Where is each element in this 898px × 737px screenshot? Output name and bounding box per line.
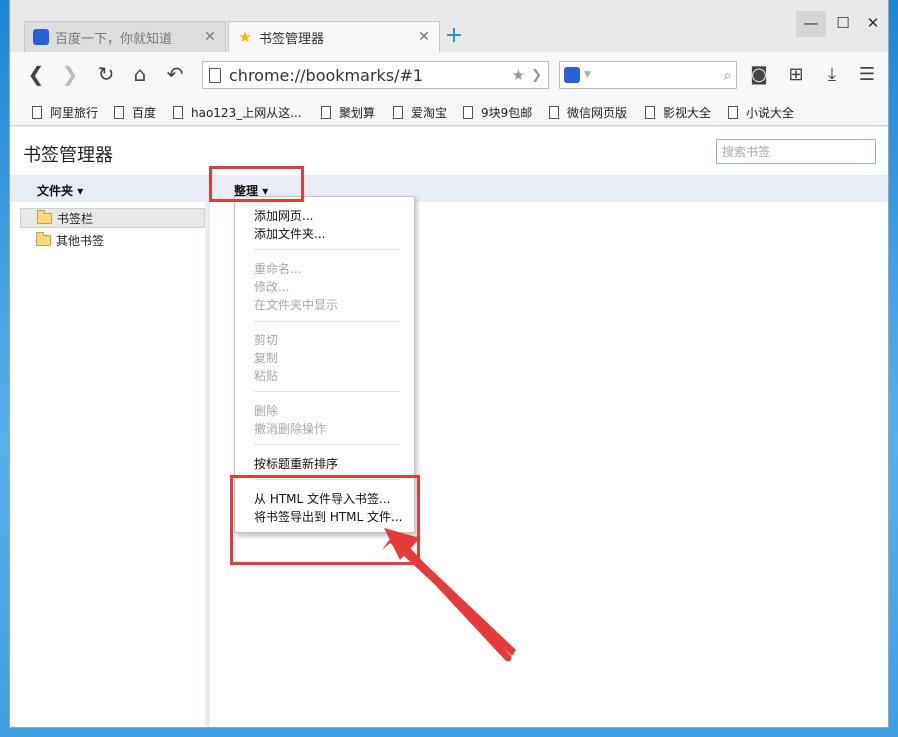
menu-separator bbox=[254, 479, 400, 480]
maximize-button[interactable]: ☐ bbox=[828, 11, 858, 37]
menu-copy[interactable]: 复制 bbox=[254, 349, 278, 366]
menu-export-html[interactable]: 将书签导出到 HTML 文件... bbox=[254, 508, 402, 525]
search-icon[interactable]: ⌕ bbox=[724, 66, 732, 84]
menu-add-folder[interactable]: 添加文件夹... bbox=[254, 225, 325, 242]
browser-window: 🐾 百度一下，你就知道 ✕ ★ 书签管理器 ✕ + — ☐ ✕ ❮ ❯ ↻ ⌂ … bbox=[0, 0, 898, 737]
camera-icon[interactable]: ◙ bbox=[746, 62, 772, 88]
folder-icon bbox=[37, 209, 52, 224]
tab-baidu[interactable]: 🐾 百度一下，你就知道 ✕ bbox=[24, 21, 226, 52]
baidu-paw-icon[interactable]: 🐾 bbox=[564, 67, 580, 83]
menu-import-html[interactable]: 从 HTML 文件导入书签... bbox=[254, 490, 390, 507]
menu-edit[interactable]: 修改... bbox=[254, 278, 289, 295]
bookmark-item[interactable]: 阿里旅行 bbox=[32, 103, 98, 121]
address-url[interactable]: chrome://bookmarks/#1 bbox=[229, 66, 512, 85]
page-icon bbox=[463, 105, 473, 119]
folder-label: 其他书签 bbox=[56, 233, 105, 248]
menu-rename[interactable]: 重命名... bbox=[254, 260, 301, 277]
organize-menu: 添加网页... 添加文件夹... 重命名... 修改... 在文件夹中显示 剪切… bbox=[234, 196, 415, 533]
star-icon: ★ bbox=[238, 28, 252, 46]
tab-bookmark-manager[interactable]: ★ 书签管理器 ✕ bbox=[228, 21, 440, 52]
minimize-button[interactable]: — bbox=[796, 11, 826, 37]
page-icon bbox=[114, 105, 124, 119]
folder-tree: 书签栏 其他书签 bbox=[10, 202, 210, 727]
page-icon bbox=[393, 105, 403, 119]
page-icon bbox=[321, 105, 331, 119]
bookmark-label: 小说大全 bbox=[746, 105, 795, 120]
page-icon bbox=[209, 67, 221, 83]
download-icon[interactable]: ⤓ bbox=[819, 62, 845, 88]
tab-bar: 🐾 百度一下，你就知道 ✕ ★ 书签管理器 ✕ + — ☐ ✕ bbox=[10, 0, 888, 52]
chevron-down-icon[interactable]: ▼ bbox=[584, 70, 724, 80]
menu-paste[interactable]: 粘贴 bbox=[254, 367, 278, 384]
menu-separator bbox=[254, 444, 400, 445]
menu-cut[interactable]: 剪切 bbox=[254, 331, 278, 348]
bookmark-item[interactable]: hao123_上网从这... bbox=[173, 103, 302, 121]
page-icon bbox=[645, 105, 655, 119]
bookmark-label: 聚划算 bbox=[339, 105, 376, 120]
page-icon bbox=[32, 105, 42, 119]
extensions-icon[interactable]: ⊞ bbox=[783, 62, 809, 88]
menu-delete[interactable]: 删除 bbox=[254, 402, 278, 419]
back-icon[interactable]: ❮ bbox=[24, 62, 48, 86]
page-icon bbox=[173, 105, 183, 119]
header-strip: 文件夹 ▾ 整理 ▾ bbox=[10, 175, 888, 202]
menu-sort-by-title[interactable]: 按标题重新排序 bbox=[254, 455, 338, 472]
tab-title: 书签管理器 bbox=[259, 31, 325, 47]
bookmark-label: 阿里旅行 bbox=[50, 105, 99, 120]
menu-separator bbox=[254, 249, 400, 250]
menu-icon[interactable]: ☰ bbox=[854, 62, 880, 88]
folder-other-bookmarks[interactable]: 其他书签 bbox=[20, 230, 205, 250]
bookmark-star-icon[interactable]: ★ bbox=[512, 66, 525, 84]
tab-title: 百度一下，你就知道 bbox=[55, 31, 173, 47]
page-icon bbox=[728, 105, 738, 119]
menu-separator bbox=[254, 391, 400, 392]
bookmark-item[interactable]: 9块9包邮 bbox=[463, 103, 532, 121]
close-tab-icon[interactable]: ✕ bbox=[203, 29, 217, 45]
folders-menu-button[interactable]: 文件夹 ▾ bbox=[37, 182, 83, 199]
bookmark-label: 影视大全 bbox=[663, 105, 712, 120]
menu-undo-delete[interactable]: 撤消删除操作 bbox=[254, 420, 326, 437]
home-icon[interactable]: ⌂ bbox=[128, 62, 152, 86]
new-tab-button[interactable]: + bbox=[440, 24, 468, 50]
reload-icon[interactable]: ↻ bbox=[94, 62, 118, 86]
caret-down-icon: ▾ bbox=[77, 184, 84, 198]
bookmark-label: hao123_上网从这... bbox=[191, 105, 302, 120]
folder-label: 书签栏 bbox=[57, 211, 94, 226]
bookmark-label: 百度 bbox=[132, 105, 157, 120]
undo-icon[interactable]: ↶ bbox=[163, 62, 187, 86]
toolbar: ❮ ❯ ↻ ⌂ ↶ chrome://bookmarks/#1 ★ ❯ 🐾 ▼ … bbox=[10, 52, 888, 98]
bookmark-item[interactable]: 百度 bbox=[114, 103, 156, 121]
bookmark-label: 爱淘宝 bbox=[411, 105, 448, 120]
page-icon bbox=[549, 105, 559, 119]
menu-separator bbox=[254, 321, 400, 322]
bookmark-manager-page: 书签管理器 文件夹 ▾ 整理 ▾ 书签栏 其他书签 添加网页... 添加文件 bbox=[10, 127, 888, 727]
bookmark-item[interactable]: 影视大全 bbox=[645, 103, 711, 121]
search-engine-box[interactable]: 🐾 ▼ ⌕ bbox=[559, 61, 737, 89]
bookmark-label: 9块9包邮 bbox=[481, 105, 533, 120]
menu-add-page[interactable]: 添加网页... bbox=[254, 207, 313, 224]
bookmark-label: 微信网页版 bbox=[567, 105, 628, 120]
bookmark-item[interactable]: 爱淘宝 bbox=[393, 103, 447, 121]
forward-icon[interactable]: ❯ bbox=[58, 62, 82, 86]
menu-show-in-folder[interactable]: 在文件夹中显示 bbox=[254, 296, 338, 313]
baidu-paw-icon: 🐾 bbox=[33, 29, 49, 45]
bookmark-item[interactable]: 小说大全 bbox=[728, 103, 794, 121]
search-bookmarks-input[interactable] bbox=[716, 139, 876, 164]
browser-frame: 🐾 百度一下，你就知道 ✕ ★ 书签管理器 ✕ + — ☐ ✕ ❮ ❯ ↻ ⌂ … bbox=[9, 0, 889, 728]
bookmark-item[interactable]: 聚划算 bbox=[321, 103, 375, 121]
folder-icon bbox=[36, 231, 51, 246]
bookmark-item[interactable]: 微信网页版 bbox=[549, 103, 627, 121]
address-bar[interactable]: chrome://bookmarks/#1 ★ ❯ bbox=[202, 61, 549, 89]
close-window-button[interactable]: ✕ bbox=[858, 11, 888, 37]
page-title: 书签管理器 bbox=[23, 145, 113, 166]
bookmarks-bar: 阿里旅行 百度 hao123_上网从这... 聚划算 爱淘宝 9块9包邮 微信网… bbox=[10, 98, 888, 126]
chevron-right-icon[interactable]: ❯ bbox=[531, 68, 542, 83]
close-tab-icon[interactable]: ✕ bbox=[417, 29, 431, 45]
folder-bookmarks-bar[interactable]: 书签栏 bbox=[20, 208, 205, 228]
folders-label: 文件夹 bbox=[37, 184, 74, 198]
